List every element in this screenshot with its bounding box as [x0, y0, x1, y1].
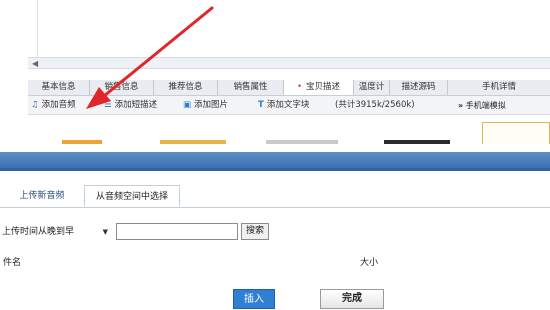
sort-order-select[interactable]: 上传时间从晚到早 ▼ [0, 223, 114, 241]
search-button[interactable]: 搜索 [241, 223, 269, 240]
caret-down-icon: ▼ [102, 228, 108, 236]
dialog-header [0, 152, 550, 168]
annotation-arrow-icon [86, 6, 214, 109]
dialog-header-border [0, 168, 550, 171]
tab-upload-new-audio[interactable]: 上传新音频 [6, 185, 78, 207]
column-header-name: 件名 [3, 258, 22, 268]
search-input[interactable] [116, 223, 238, 240]
insert-button[interactable]: 插入 [233, 289, 275, 309]
done-button[interactable]: 完成 [320, 289, 384, 309]
tab-select-from-audio-space[interactable]: 从音频空间中选择 [84, 185, 180, 207]
column-header-size: 大小 [360, 258, 379, 268]
dialog-tabs: 上传新音频 从音频空间中选择 [0, 185, 550, 208]
